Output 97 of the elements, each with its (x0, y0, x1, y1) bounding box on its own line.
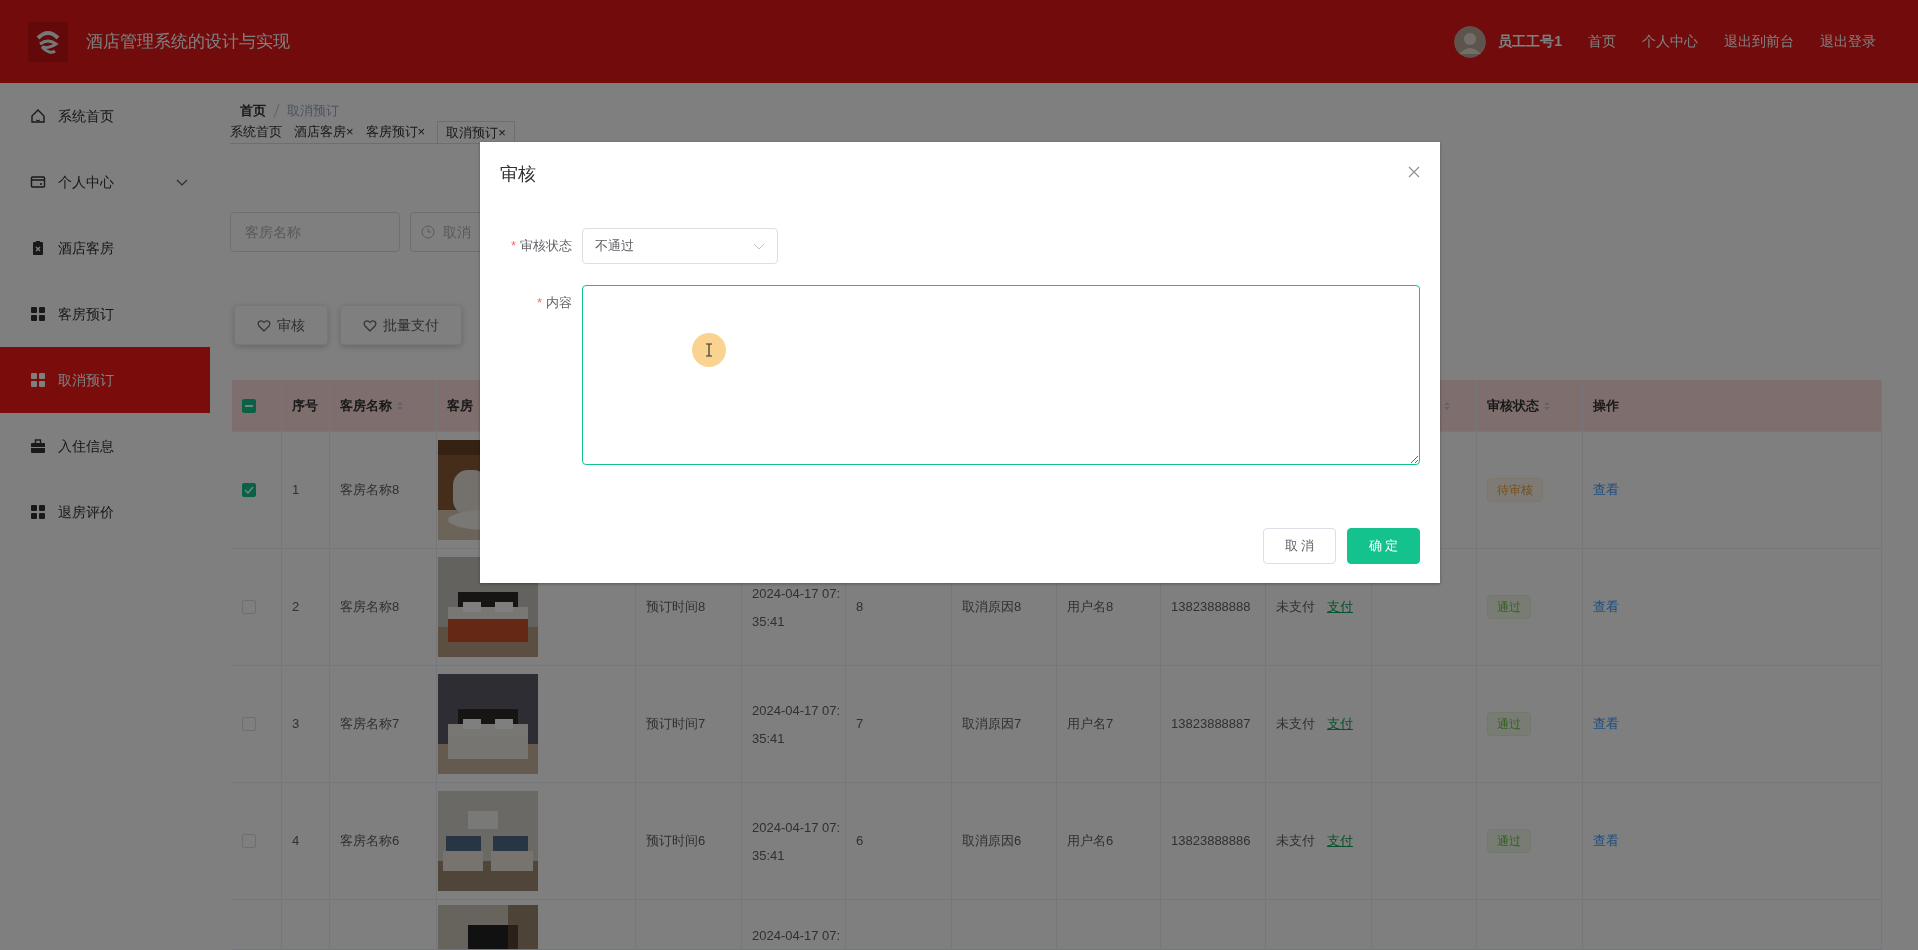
column-header: 审核状态 (1487, 396, 1539, 415)
grid-icon (30, 306, 46, 322)
action-button[interactable]: 审核 (234, 305, 328, 345)
table-cell-text: 预订时间7 (646, 715, 706, 734)
sort-icon[interactable] (1443, 400, 1451, 411)
table-cell-text: 1 (292, 481, 300, 500)
home-icon (30, 108, 46, 124)
status-select[interactable]: 不通过 (582, 228, 778, 264)
view-link[interactable]: 查看 (1593, 597, 1619, 617)
table-cell-text: 2024-04-17 07:35:41 (752, 585, 842, 631)
clock-icon (421, 225, 435, 239)
cursor-icon (692, 333, 726, 367)
field-label: 审核状态 (520, 238, 572, 253)
page-tab[interactable]: 取消预订× (437, 121, 515, 143)
cancel-button[interactable]: 取 消 (1263, 528, 1336, 564)
column-header: 客房名称 (340, 396, 392, 415)
clipboard-icon (30, 240, 46, 256)
table-cell-text: 客房名称7 (340, 715, 400, 734)
sidebar-item[interactable]: 取消预订 (0, 347, 210, 413)
wallet-icon (30, 174, 46, 190)
status-tag: 通过 (1487, 829, 1531, 853)
table-cell-text: 4 (292, 832, 300, 851)
pay-link[interactable]: 支付 (1327, 831, 1353, 851)
table-cell-text: 7 (856, 715, 864, 734)
table-cell-text: 取消原因7 (962, 715, 1022, 734)
sidebar-item[interactable]: 系统首页 (0, 83, 210, 149)
content-textarea[interactable] (582, 285, 1420, 465)
pay-link[interactable]: 支付 (1327, 714, 1353, 734)
user-avatar (1454, 25, 1487, 58)
table-cell-text: 用户名6 (1067, 832, 1114, 851)
action-button[interactable]: 批量支付 (340, 305, 462, 345)
required-mark: * (536, 295, 542, 310)
sort-icon[interactable] (1543, 400, 1551, 411)
required-mark: * (510, 238, 516, 253)
pay-status: 未支付 (1276, 832, 1315, 851)
table-cell-text: 13823888887 (1171, 715, 1251, 734)
user-name: 员工工号1 (1498, 32, 1562, 51)
table-cell-text: 用户名7 (1067, 715, 1114, 734)
table-cell-text: 13823888888 (1171, 598, 1251, 617)
column-header: 操作 (1593, 396, 1619, 415)
table-cell-text: 预订时间6 (646, 832, 706, 851)
chevron-down-icon (753, 242, 765, 250)
pay-status: 未支付 (1276, 598, 1315, 617)
table-cell-text: 取消原因6 (962, 832, 1022, 851)
page-tab[interactable]: 酒店客房× (294, 121, 356, 143)
table-cell-text: 客房名称6 (340, 832, 400, 851)
grid-icon (30, 504, 46, 520)
pay-status: 未支付 (1276, 715, 1315, 734)
heart-icon (363, 318, 377, 332)
header-link[interactable]: 退出到前台 (1724, 31, 1794, 52)
briefcase-icon (30, 438, 46, 454)
page-tab[interactable]: 系统首页 (230, 121, 284, 143)
table-cell-text: 预订时间8 (646, 598, 706, 617)
status-tag: 通过 (1487, 595, 1531, 619)
dialog-title: 审核 (500, 163, 536, 186)
column-header: 客房 (447, 396, 473, 415)
table-cell-text: 客房名称8 (340, 481, 400, 500)
row-checkbox[interactable] (242, 483, 256, 497)
table-cell-text: 客房名称8 (340, 598, 400, 617)
field-label: 内容 (546, 295, 572, 310)
app-title: 酒店管理系统的设计与实现 (86, 30, 290, 53)
sidebar-item[interactable]: 入住信息 (0, 413, 210, 479)
view-link[interactable]: 查看 (1593, 480, 1619, 500)
dash-icon (245, 404, 253, 407)
table-cell-text: 3 (292, 715, 300, 734)
table-cell-text: 2024-04-17 07:35:41 (752, 819, 842, 865)
table-cell-text: 6 (856, 832, 864, 851)
sidebar-item[interactable]: 个人中心 (0, 149, 210, 215)
select-all-checkbox[interactable] (242, 398, 256, 413)
pay-link[interactable]: 支付 (1327, 597, 1353, 617)
heart-icon (257, 318, 271, 332)
table-cell-text: 2024-04-17 07:35:41 (752, 702, 842, 748)
status-tag: 通过 (1487, 712, 1531, 736)
confirm-button[interactable]: 确 定 (1347, 528, 1420, 564)
table-cell-text: 13823888886 (1171, 832, 1251, 851)
table-cell-text: 用户名8 (1067, 598, 1114, 617)
breadcrumb-link[interactable]: 首页 (240, 101, 266, 121)
table-cell-text: 8 (856, 598, 864, 617)
sidebar-item[interactable]: 客房预订 (0, 281, 210, 347)
grid-icon (30, 372, 46, 388)
page-tab[interactable]: 客房预订× (365, 121, 428, 143)
table-cell-text: 取消原因8 (962, 598, 1022, 617)
view-link[interactable]: 查看 (1593, 831, 1619, 851)
status-tag: 待审核 (1487, 478, 1543, 502)
view-link[interactable]: 查看 (1593, 714, 1619, 734)
logo-icon (28, 21, 68, 62)
table-cell-text: 2024-04-17 07: (752, 927, 842, 945)
header-link[interactable]: 个人中心 (1642, 31, 1698, 52)
header-link[interactable]: 首页 (1588, 31, 1616, 52)
sidebar-item[interactable]: 酒店客房 (0, 215, 210, 281)
column-header: 序号 (292, 396, 318, 415)
table-cell-text: 2 (292, 598, 300, 617)
sort-icon[interactable] (396, 400, 404, 411)
check-icon (244, 486, 254, 494)
header-link[interactable]: 退出登录 (1820, 31, 1876, 52)
sidebar-item[interactable]: 退房评价 (0, 479, 210, 545)
close-icon[interactable] (1408, 166, 1420, 178)
